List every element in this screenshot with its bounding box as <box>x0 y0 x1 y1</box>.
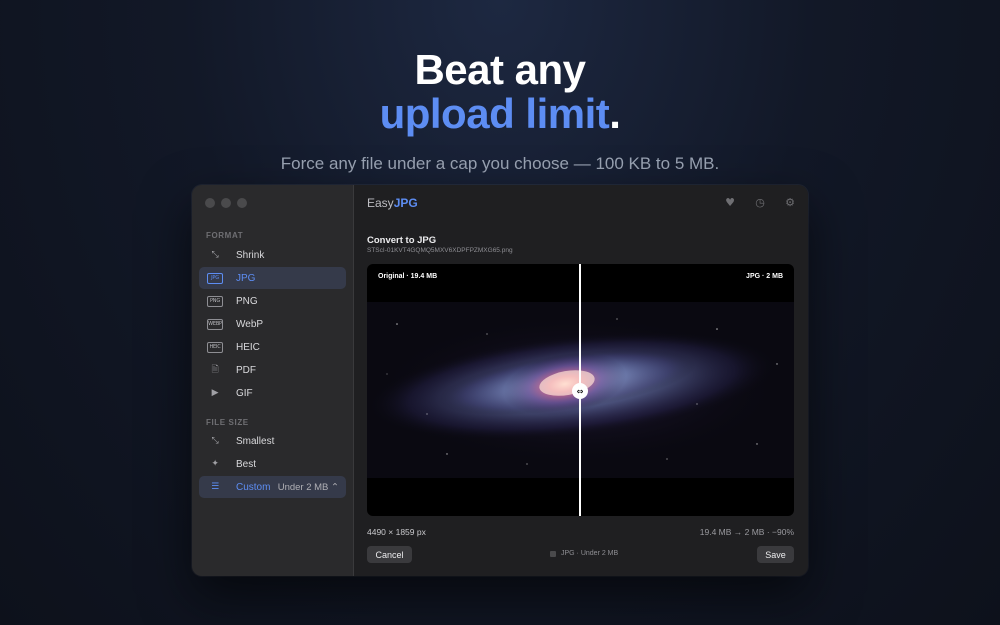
save-button[interactable]: Save <box>757 546 794 563</box>
hero-line-2-end: . <box>609 90 621 137</box>
hero-line-1: Beat any <box>414 46 586 93</box>
shrink-icon: ⤡ <box>211 436 219 446</box>
sidebar-item-label: PNG <box>236 295 258 307</box>
sidebar-item-label: HEIC <box>236 341 260 353</box>
sidebar-item-label: Shrink <box>236 249 265 261</box>
sidebar: FORMAT ⤡ Shrink JPG JPG PNG PNG WEBP Web… <box>192 185 354 576</box>
sidebar-item-gif[interactable]: ▶ GIF <box>199 382 346 404</box>
hero-subtitle: Force any file under a cap you choose — … <box>280 154 720 173</box>
hero: Beat any upload limit. Force any file un… <box>0 48 1000 174</box>
sidebar-item-label: Smallest <box>236 435 275 447</box>
app-title-accent: JPG <box>393 196 418 210</box>
conversion-title: Convert to JPG <box>367 235 437 246</box>
window-controls <box>205 198 247 208</box>
result-size-label: JPG · 2 MB <box>746 273 783 280</box>
cancel-button[interactable]: Cancel <box>367 546 412 563</box>
hero-heading: Beat any upload limit. <box>0 48 1000 136</box>
size-savings: 19.4 MB → 2 MB · −90% <box>699 527 794 537</box>
size-limit-select[interactable]: Under 2 MB ⌃ <box>278 482 339 493</box>
file-size-section-label: FILE SIZE <box>206 418 249 427</box>
hero-accent-text: upload limit <box>379 90 610 137</box>
sidebar-item-smallest[interactable]: ⤡ Smallest <box>199 430 346 452</box>
app-window: FORMAT ⤡ Shrink JPG JPG PNG PNG WEBP Web… <box>192 185 808 576</box>
sidebar-item-label: WebP <box>236 318 264 330</box>
app-title: EasyJPG <box>367 196 418 210</box>
shrink-icon: ⤡ <box>211 250 219 260</box>
sidebar-item-png[interactable]: PNG PNG <box>199 290 346 312</box>
comparison-preview[interactable]: Original · 19.4 MB JPG · 2 MB ⇔ <box>367 264 794 516</box>
sidebar-item-label: GIF <box>236 387 253 399</box>
sidebar-item-heic[interactable]: HEIC HEIC <box>199 336 346 358</box>
close-window-button[interactable] <box>205 198 215 208</box>
sidebar-item-shrink[interactable]: ⤡ Shrink <box>199 244 346 266</box>
play-icon: ▶ <box>211 388 219 398</box>
format-section-label: FORMAT <box>206 231 244 240</box>
gear-icon[interactable]: ⚙ <box>784 196 796 209</box>
sidebar-item-label: PDF <box>236 364 256 376</box>
list-icon: ☰ <box>211 482 219 492</box>
file-name: STScI-01KVT4GQMQ5MXV6XDPFPZMXG65.png <box>367 247 513 254</box>
minimize-window-button[interactable] <box>221 198 231 208</box>
zoom-window-button[interactable] <box>237 198 247 208</box>
sidebar-item-label: Custom <box>236 481 271 493</box>
png-icon: PNG <box>207 295 223 307</box>
sidebar-item-best[interactable]: ✦ Best <box>199 453 346 475</box>
document-icon: 🗎 <box>211 365 219 375</box>
heart-icon[interactable]: ♥ <box>724 196 736 209</box>
original-size-label: Original · 19.4 MB <box>378 273 438 280</box>
sidebar-item-label: JPG <box>236 272 256 284</box>
sparkle-icon: ✦ <box>211 459 219 469</box>
sidebar-item-label: Best <box>236 458 257 470</box>
webp-icon: WEBP <box>207 318 223 330</box>
heic-icon: HEIC <box>207 341 223 353</box>
sidebar-item-jpg[interactable]: JPG JPG <box>199 267 346 289</box>
sidebar-item-pdf[interactable]: 🗎 PDF <box>199 359 346 381</box>
app-title-prefix: Easy <box>367 196 394 210</box>
main-panel: EasyJPG ♥ ◷ ⚙ Convert to JPG STScI-01KVT… <box>354 185 808 576</box>
sidebar-item-webp[interactable]: WEBP WebP <box>199 313 346 335</box>
status-indicator: JPG · Under 2 MB <box>550 550 618 557</box>
image-dimensions: 4490 × 1859 px <box>367 527 426 537</box>
history-icon[interactable]: ◷ <box>754 196 766 209</box>
split-handle-icon[interactable]: ⇔ <box>572 383 588 399</box>
toolbar-icons: ♥ ◷ ⚙ <box>724 196 796 209</box>
status-icon <box>550 550 556 557</box>
jpg-icon: JPG <box>207 272 223 284</box>
sidebar-item-custom[interactable]: ☰ Custom Under 2 MB ⌃ <box>199 476 346 498</box>
status-text: JPG · Under 2 MB <box>561 550 619 557</box>
